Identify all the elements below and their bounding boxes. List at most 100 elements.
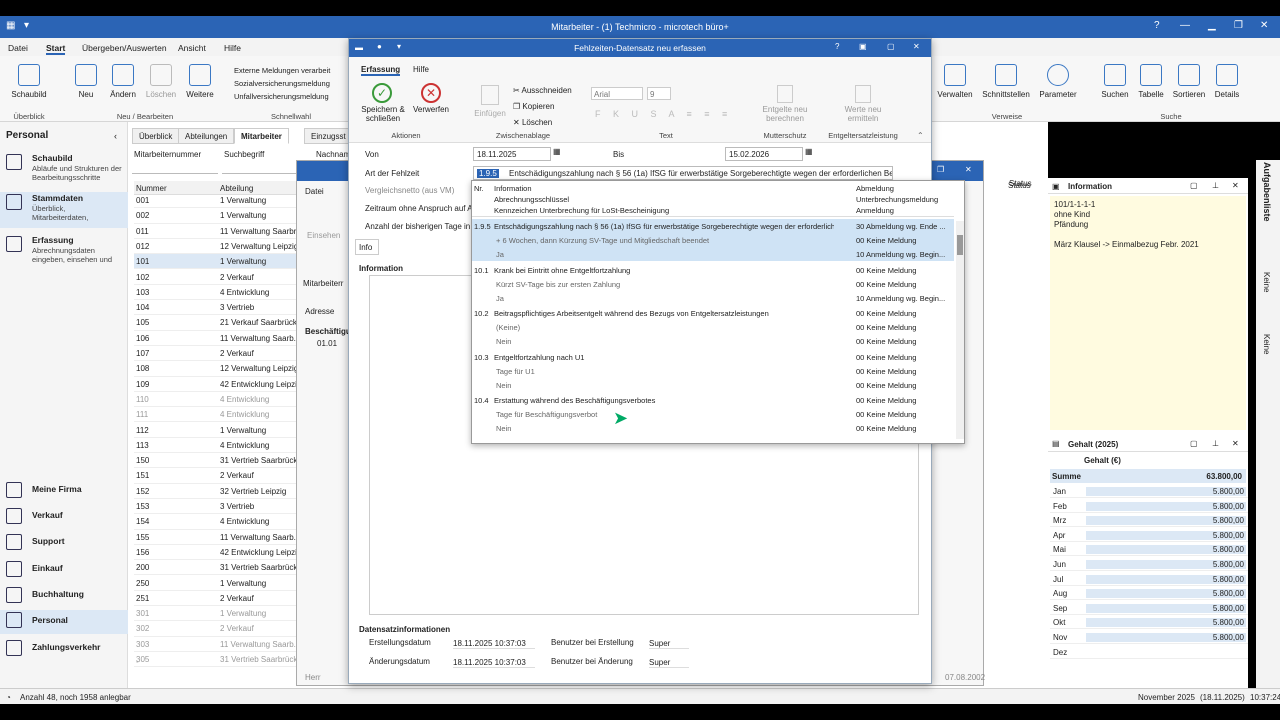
tab-mitarbeiter[interactable]: Mitarbeiter (234, 128, 289, 144)
dropdown-item[interactable]: Nein 00 Keine Meldung (472, 378, 954, 392)
gehalt-row[interactable]: Aug 5.800,00 (1050, 586, 1248, 601)
gehalt-row[interactable]: Jun 5.800,00 (1050, 557, 1248, 571)
gehalt-row[interactable]: Dez (1050, 645, 1248, 659)
bg-tab-adresse[interactable]: Adresse (305, 307, 334, 316)
clip-loeschen-button[interactable]: ✕ Löschen (513, 115, 572, 131)
table-row[interactable]: 001 1 Verwaltung (134, 193, 297, 209)
table-row[interactable]: 150 31 Vertrieb Saarbrück (134, 453, 297, 469)
dropdown-item[interactable]: 10.1 Krank bei Eintritt ohne Entgeltfortz… (472, 263, 954, 277)
dropdown-item[interactable]: Ja 10 Anmeldung wg. Begin... (472, 291, 954, 305)
aendern-button[interactable]: Ändern (106, 64, 140, 99)
gehalt-close-icon[interactable]: ✕ (1232, 439, 1239, 448)
close-icon[interactable]: ✕ (1260, 20, 1268, 31)
maximize-icon[interactable]: ❐ (1234, 20, 1243, 31)
nav-meine-firma[interactable]: Meine Firma (0, 480, 128, 502)
dropdown-item[interactable]: 10.3 Entgeltfortzahlung nach U1 00 Keine M… (472, 350, 954, 364)
gehalt-row[interactable]: Okt 5.800,00 (1050, 615, 1248, 630)
sortieren-button[interactable]: Sortieren (1170, 64, 1208, 99)
dialog-tab-hilfe[interactable]: Hilfe (413, 65, 429, 74)
table-row[interactable]: 153 3 Vertrieb (134, 499, 297, 515)
einfuegen-button[interactable]: Einfügen (473, 85, 507, 118)
info-tab[interactable]: Info (355, 239, 379, 255)
dropdown-scroll-thumb[interactable] (957, 235, 963, 255)
bis-input[interactable]: 15.02.2026 (725, 147, 803, 161)
table-row[interactable]: 107 2 Verkauf (134, 346, 297, 362)
suchen-button[interactable]: Suchen (1098, 64, 1132, 99)
schnittstellen-button[interactable]: Schnittstellen (980, 64, 1032, 99)
ribbon-collapse-icon[interactable]: ⌃ (917, 131, 924, 140)
dialog-restore-icon[interactable]: ▣ (859, 42, 867, 51)
dropdown-item[interactable]: Ja 10 Anmeldung wg. Begin... (472, 247, 954, 261)
help-icon[interactable]: ? (1154, 20, 1160, 31)
dialog-help-icon[interactable]: ? (835, 42, 839, 51)
collapse-nav-icon[interactable]: ‹ (114, 131, 117, 141)
table-row[interactable]: 152 32 Vertrieb Leipzig (134, 484, 297, 499)
font-family-select[interactable]: Arial (591, 87, 643, 100)
von-input[interactable]: 18.11.2025 (473, 147, 551, 161)
verwalten-button[interactable]: Verwalten (934, 64, 976, 99)
werte-button[interactable]: Werte neu ermitteln (835, 85, 891, 123)
tabelle-button[interactable]: Tabelle (1134, 64, 1168, 99)
dropdown-item[interactable]: Nein 00 Keine Meldung (472, 334, 954, 348)
gehalt-row[interactable]: Sep 5.800,00 (1050, 601, 1248, 615)
table-row[interactable]: 155 11 Verwaltung Saarb. (134, 530, 297, 545)
table-row[interactable]: 251 2 Verkauf (134, 591, 297, 607)
tab-einzugsstellen[interactable]: Einzugsst (304, 128, 353, 144)
tab-ueberblick[interactable]: Überblick (132, 128, 180, 144)
table-row[interactable]: 303 11 Verwaltung Saarb. (134, 637, 297, 652)
table-row[interactable]: 103 4 Entwicklung (134, 285, 297, 301)
gehalt-row[interactable]: Mrz 5.800,00 (1050, 513, 1248, 528)
nav-einkauf[interactable]: Einkauf (0, 559, 128, 581)
text-format-buttons[interactable]: F K U S A ≡ ≡ ≡ (595, 109, 732, 119)
table-row[interactable]: 002 1 Verwaltung (134, 208, 297, 224)
dropdown-item[interactable]: Tage für U1 00 Keine Meldung (472, 364, 954, 378)
table-row[interactable]: 156 42 Entwicklung Leipzi (134, 545, 297, 561)
gehalt-row[interactable]: Nov 5.800,00 (1050, 630, 1248, 644)
dropdown-item[interactable]: 1.9.5 Entschädigungszahlung nach § 56 (1a… (472, 219, 954, 233)
dropdown-item[interactable]: Tage für Beschäftigungsverbot 00 Keine Me… (472, 407, 954, 421)
dialog-maximize-icon[interactable]: ▢ (887, 42, 895, 51)
table-row[interactable]: 105 21 Verkauf Saarbrück (134, 315, 297, 331)
dialog-close-icon[interactable]: ✕ (913, 42, 920, 51)
table-row[interactable]: 301 1 Verwaltung (134, 606, 297, 622)
table-row[interactable]: 012 12 Verwaltung Leipzig (134, 239, 298, 255)
table-row[interactable]: 154 4 Entwicklung (134, 514, 297, 530)
minimize-button[interactable]: ▁ (1208, 20, 1216, 31)
dropdown-item[interactable]: 10.4 Erstattung während des Beschäftigung… (472, 393, 954, 407)
gehalt-row[interactable]: Feb 5.800,00 (1050, 499, 1248, 513)
bg-menu-datei[interactable]: Datei (305, 187, 324, 196)
minimize-icon[interactable]: — (1180, 20, 1190, 31)
menu-datei[interactable]: Datei (8, 43, 28, 53)
dropdown-item[interactable]: 10.2 Beitragspflichtiges Arbeitsentgelt w… (472, 306, 954, 320)
gehalt-restore-icon[interactable]: ▢ (1190, 439, 1198, 448)
entgelte-button[interactable]: Entgelte neu berechnen (755, 85, 815, 123)
weitere-button[interactable]: Weitere (182, 64, 218, 99)
nav-zahlungsverkehr[interactable]: Zahlungsverkehr (0, 638, 128, 660)
menu-uebergeben[interactable]: Übergeben/Auswerten (82, 43, 167, 53)
art-dropdown[interactable]: Nr. Information Abrechnungsschlüssel Ken… (471, 180, 965, 444)
ausschneiden-button[interactable]: ✂ Ausschneiden (513, 83, 572, 99)
uv-meldung-item[interactable]: Unfallversicherungsmeldung (234, 90, 330, 103)
table-row[interactable]: 305 31 Vertrieb Saarbrück (134, 652, 297, 668)
loeschen-button[interactable]: Löschen (144, 64, 178, 99)
gehalt-row[interactable]: Jan 5.800,00 (1050, 484, 1248, 498)
font-size-select[interactable]: 9 (647, 87, 671, 100)
table-row[interactable]: 011 11 Verwaltung Saarbr. (134, 224, 298, 239)
vtab-keine-2[interactable]: Keine (1262, 334, 1271, 354)
nav-schaubild[interactable]: Schaubild Abläufe und Strukturen der Bear… (0, 152, 128, 188)
menu-ansicht[interactable]: Ansicht (178, 43, 206, 53)
verwerfen-button[interactable]: ✕ Verwerfen (411, 83, 451, 114)
panel-restore-icon[interactable]: ▢ (1190, 181, 1198, 190)
bis-calendar-icon[interactable]: ▦ (805, 147, 813, 156)
speichern-button[interactable]: ✓ Speichern & schließen (361, 83, 405, 123)
parameter-button[interactable]: Parameter (1036, 64, 1080, 99)
nav-verkauf[interactable]: Verkauf (0, 506, 128, 528)
table-row[interactable]: 112 1 Verwaltung (134, 423, 297, 438)
panel-close-icon[interactable]: ✕ (1232, 181, 1239, 190)
vtab-aufgabenliste[interactable]: Aufgabenliste (1262, 162, 1272, 222)
table-row[interactable]: 101 1 Verwaltung (134, 254, 297, 270)
dropdown-item[interactable]: Nein 00 Keine Meldung (472, 421, 954, 435)
table-row[interactable]: 200 31 Vertrieb Saarbrück (134, 560, 297, 576)
neu-button[interactable]: Neu (72, 64, 100, 99)
dropdown-item[interactable]: Kürzt SV-Tage bis zur ersten Zahlung 00 K… (472, 277, 954, 291)
